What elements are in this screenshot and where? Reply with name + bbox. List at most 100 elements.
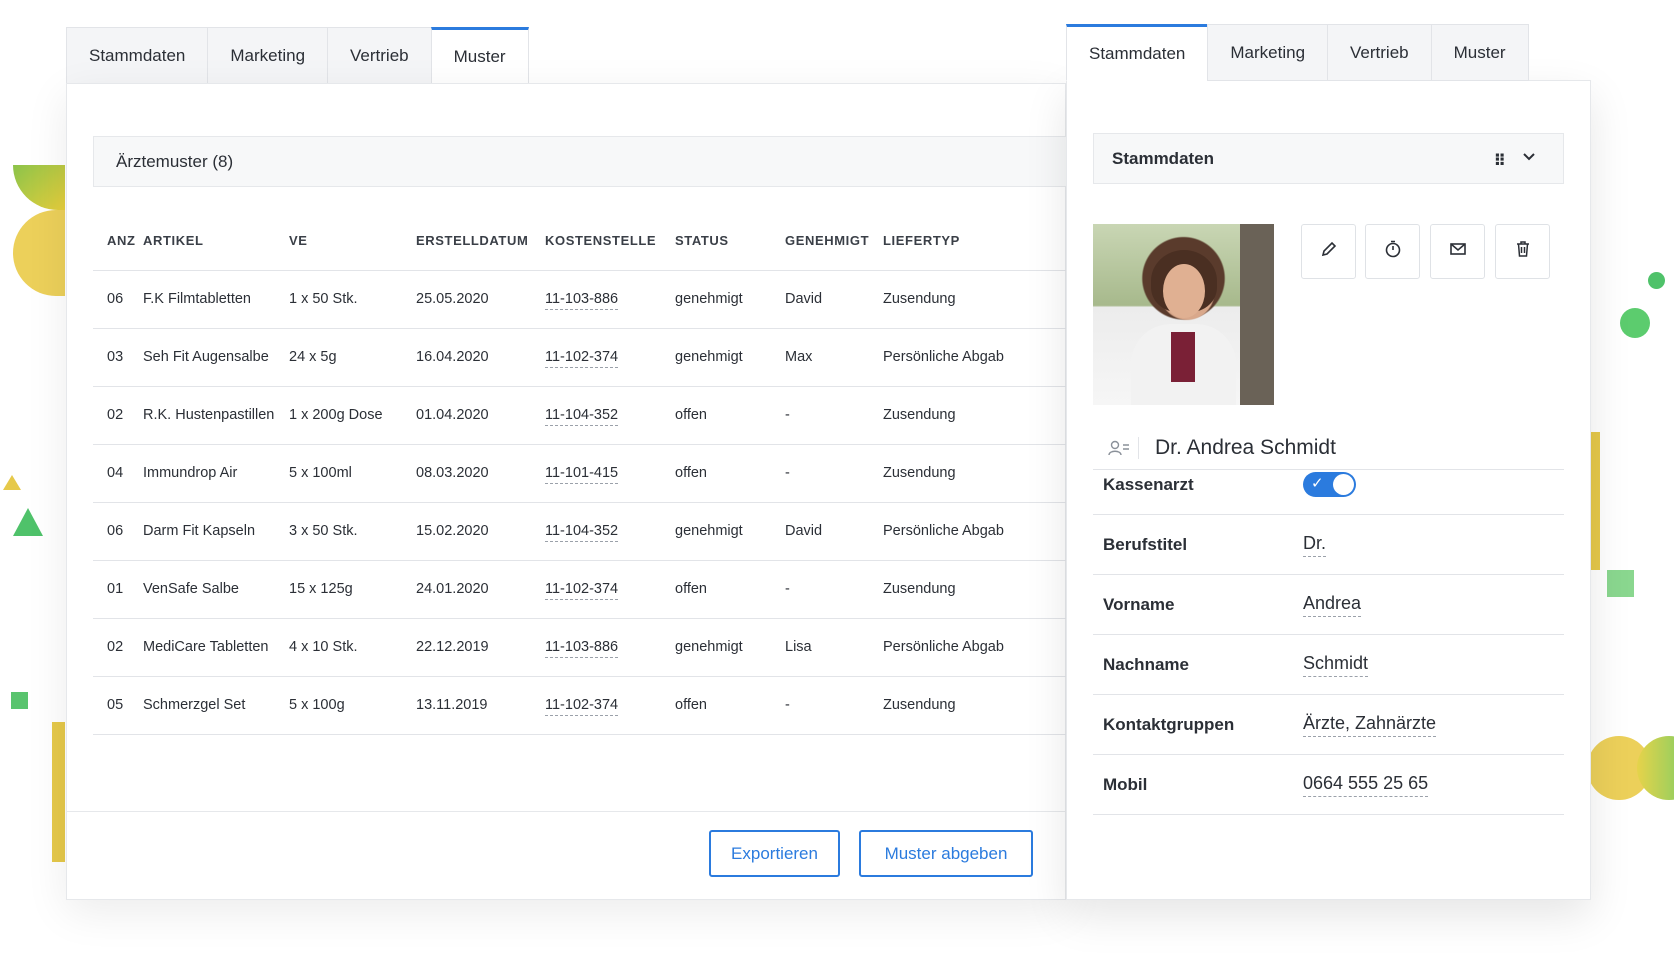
table-cell: 11-103-886 [545, 270, 675, 329]
table-cell: 11-103-886 [545, 618, 675, 677]
table-cell: 11-104-352 [545, 386, 675, 445]
timer-button[interactable] [1365, 224, 1420, 279]
table-cell: Zusendung [883, 560, 1067, 619]
table-cell: 01 [93, 560, 143, 619]
table-cell: 4 x 10 Stk. [289, 618, 416, 677]
right-tab-bar: Stammdaten Marketing Vertrieb Muster [1066, 24, 1529, 81]
profile-photo [1093, 224, 1274, 405]
table-cell: Persönliche Abgab [883, 328, 1067, 387]
field-nachname: Nachname Schmidt [1093, 635, 1564, 695]
tab-vertrieb[interactable]: Vertrieb [1327, 24, 1431, 81]
table-cell: Lisa [785, 618, 883, 677]
table-row[interactable]: 05 Schmerzgel Set 5 x 100g 13.11.2019 11-102… [93, 676, 1067, 735]
field-kontaktgruppen: Kontaktgruppen Ärzte, Zahnärzte [1093, 695, 1564, 755]
table-cell: 11-104-352 [545, 502, 675, 561]
table-cell: 05 [93, 676, 143, 735]
column-header: GENEHMIGT [785, 212, 883, 271]
table-cell: offen [675, 560, 785, 619]
tab-stammdaten[interactable]: Stammdaten [66, 27, 208, 84]
tab-stammdaten[interactable]: Stammdaten [1066, 24, 1208, 81]
decor-triangle-green [13, 508, 43, 536]
cost-center-link[interactable]: 11-101-415 [545, 465, 619, 484]
decor-dot-green [1620, 308, 1650, 338]
table-cell: Schmerzgel Set [143, 676, 289, 735]
table-row[interactable]: 06 Darm Fit Kapseln 3 x 50 Stk. 15.02.2020 1… [93, 502, 1067, 561]
table-cell: genehmigt [675, 618, 785, 677]
table-cell: 25.05.2020 [416, 270, 545, 329]
table-cell: 06 [93, 270, 143, 329]
cost-center-link[interactable]: 11-104-352 [545, 407, 619, 426]
table-cell: 15 x 125g [289, 560, 416, 619]
nachname-value[interactable]: Schmidt [1303, 653, 1369, 677]
delete-button[interactable] [1495, 224, 1550, 279]
cost-center-link[interactable]: 11-103-886 [545, 639, 619, 658]
kontaktgruppen-value[interactable]: Ärzte, Zahnärzte [1303, 713, 1437, 737]
table-cell: MediCare Tabletten [143, 618, 289, 677]
table-cell: Immundrop Air [143, 444, 289, 503]
table-cell: F.K Filmtabletten [143, 270, 289, 329]
cost-center-link[interactable]: 11-102-374 [545, 697, 619, 716]
table-cell: David [785, 502, 883, 561]
kassenarzt-toggle[interactable]: ✓ [1303, 472, 1356, 497]
section-title-label: Stammdaten [1112, 148, 1215, 168]
tab-vertrieb[interactable]: Vertrieb [327, 27, 431, 84]
trash-icon [1513, 239, 1533, 264]
table-cell: offen [675, 386, 785, 445]
column-header: ERSTELLDATUM [416, 212, 545, 271]
table-cell: Darm Fit Kapseln [143, 502, 289, 561]
table-cell: 22.12.2019 [416, 618, 545, 677]
column-header: ANZ [93, 212, 143, 271]
mobil-value[interactable]: 0664 555 25 65 [1303, 773, 1429, 797]
vorname-value[interactable]: Andrea [1303, 593, 1362, 617]
column-header: ARTIKEL [143, 212, 289, 271]
berufstitel-value[interactable]: Dr. [1303, 533, 1327, 557]
cost-center-link[interactable]: 11-103-886 [545, 291, 619, 310]
cost-center-link[interactable]: 11-102-374 [545, 581, 619, 600]
tab-marketing[interactable]: Marketing [1207, 24, 1328, 81]
tab-muster[interactable]: Muster [430, 27, 529, 84]
contact-panel: Stammdaten ⠿ Dr. Andrea Schmidt Kassenar… [1066, 80, 1591, 900]
table-cell: 1 x 50 Stk. [289, 270, 416, 329]
edit-button[interactable] [1301, 224, 1356, 279]
mail-icon [1448, 239, 1468, 264]
table-row[interactable]: 04 Immundrop Air 5 x 100ml 08.03.2020 11-101… [93, 444, 1067, 503]
table-cell: 11-102-374 [545, 676, 675, 735]
table-cell: VenSafe Salbe [143, 560, 289, 619]
table-cell: 06 [93, 502, 143, 561]
table-row[interactable]: 02 MediCare Tabletten 4 x 10 Stk. 22.12.201… [93, 618, 1067, 677]
field-label: Vorname [1103, 594, 1175, 614]
table-cell: 01.04.2020 [416, 386, 545, 445]
table-cell: 1 x 200g Dose [289, 386, 416, 445]
table-row[interactable]: 03 Seh Fit Augensalbe 24 x 5g 16.04.2020 11-… [93, 328, 1067, 387]
table-cell: 02 [93, 386, 143, 445]
chevron-down-icon[interactable] [1521, 148, 1537, 169]
export-button[interactable]: Exportieren [709, 830, 840, 877]
column-header: STATUS [675, 212, 785, 271]
table-cell: 03 [93, 328, 143, 387]
cost-center-link[interactable]: 11-102-374 [545, 349, 619, 368]
cost-center-link[interactable]: 11-104-352 [545, 523, 619, 542]
tab-marketing[interactable]: Marketing [207, 27, 328, 84]
table-row[interactable]: 02 R.K. Hustenpastillen 1 x 200g Dose 01.04… [93, 386, 1067, 445]
timer-icon [1383, 239, 1403, 264]
table-cell: 5 x 100ml [289, 444, 416, 503]
table-cell: Zusendung [883, 444, 1067, 503]
table-cell: David [785, 270, 883, 329]
table-cell: Zusendung [883, 386, 1067, 445]
section-title-aerztemuster: Ärztemuster (8) [93, 136, 1093, 187]
grip-icon[interactable]: ⠿ [1494, 151, 1506, 171]
submit-samples-button[interactable]: Muster abgeben [859, 830, 1033, 877]
decor-triangle-yellow [3, 475, 21, 490]
section-title-stammdaten: Stammdaten ⠿ [1093, 133, 1564, 184]
table-row[interactable]: 06 F.K Filmtabletten 1 x 50 Stk. 25.05.2020… [93, 270, 1067, 329]
table-cell: Seh Fit Augensalbe [143, 328, 289, 387]
decor-bar-yellow [52, 722, 65, 862]
table-cell: Zusendung [883, 676, 1067, 735]
field-label: Berufstitel [1103, 534, 1188, 554]
mail-button[interactable] [1430, 224, 1485, 279]
table-row[interactable]: 01 VenSafe Salbe 15 x 125g 24.01.2020 11-102… [93, 560, 1067, 619]
field-label: Nachname [1103, 654, 1189, 674]
tab-muster[interactable]: Muster [1430, 24, 1529, 81]
table-cell: - [785, 560, 883, 619]
table-cell: 11-102-374 [545, 328, 675, 387]
